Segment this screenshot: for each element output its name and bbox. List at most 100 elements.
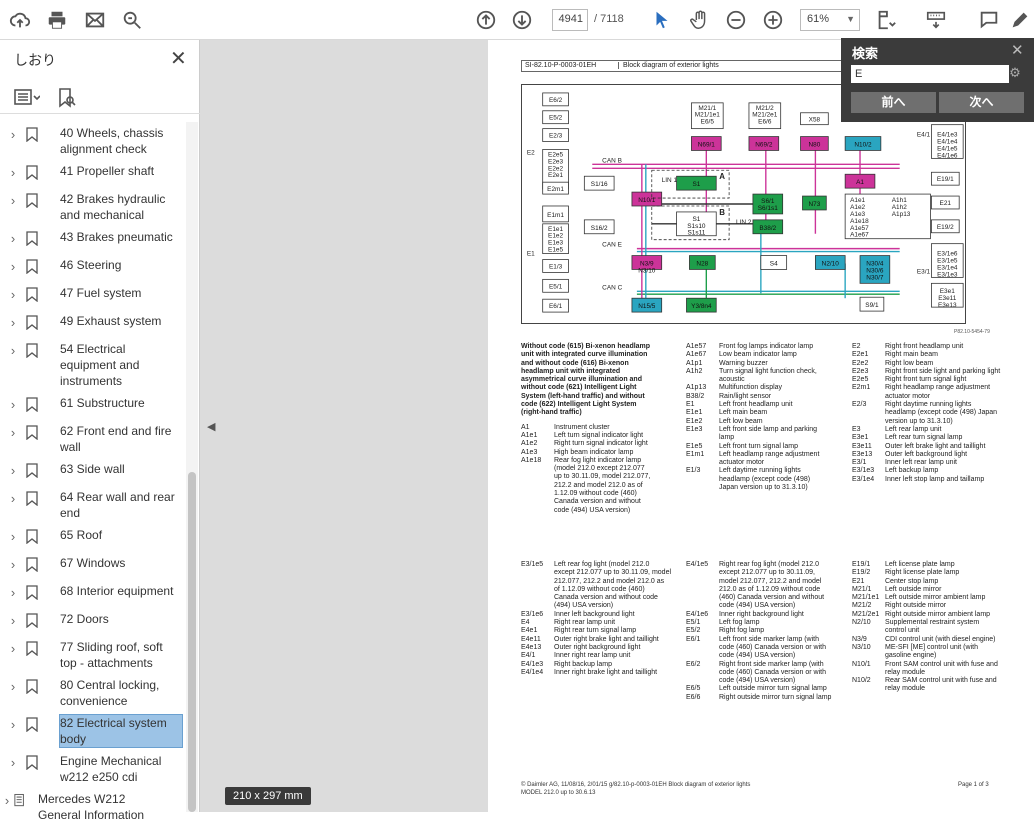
sidebar-scrollbar-thumb[interactable] (188, 472, 196, 812)
legend-code: E3/1e3 (852, 467, 875, 475)
sidebar-item[interactable]: › 42 Brakes hydraulic and mechanical (0, 188, 186, 226)
chevron-right-icon[interactable]: › (0, 489, 26, 506)
sidebar-item[interactable]: › Mercedes W212 General Information (0, 788, 186, 826)
list-options-icon[interactable] (14, 89, 41, 110)
select-cursor-icon[interactable] (650, 8, 674, 32)
pen-icon[interactable] (1008, 8, 1032, 32)
page-up-icon[interactable] (474, 8, 498, 32)
sidebar-item[interactable]: › 67 Windows (0, 552, 186, 580)
zoom-search-icon[interactable] (120, 8, 144, 32)
sidebar-item[interactable]: › 63 Side wall (0, 458, 186, 486)
label-x58: X58 (809, 117, 821, 124)
search-prev-button[interactable]: 前へ (851, 92, 936, 113)
sidebar-item[interactable]: › 65 Roof (0, 524, 186, 552)
collapse-sidebar-icon[interactable]: ◀ (207, 420, 215, 433)
chevron-right-icon[interactable]: › (0, 461, 26, 478)
print-icon[interactable] (45, 8, 69, 32)
sidebar-item-label: 63 Side wall (60, 462, 125, 476)
legend-text: Outer right brake light and taillight (554, 635, 659, 643)
sidebar-item-label: 43 Brakes pneumatic (60, 230, 173, 244)
legend-text: Left headlamp range adjustment actuator … (719, 450, 820, 467)
legend-entry: E19/2 Right license plate lamp (852, 569, 1002, 577)
search-input[interactable] (851, 65, 1009, 83)
legend-text: Right front side light and parking light (885, 367, 1001, 375)
label-e6-1: E6/1 (549, 303, 563, 310)
sidebar-item[interactable]: › 82 Electrical system body (0, 712, 186, 750)
zoom-out-icon[interactable] (724, 8, 748, 32)
legend-entry: E6/6 Right outside mirror turn signal lam… (686, 694, 832, 702)
label-s9-1: S9/1 (865, 302, 879, 309)
sidebar-item[interactable]: › Engine Mechanical w212 e250 cdi (0, 750, 186, 788)
sidebar-item[interactable]: › 62 Front end and fire wall (0, 420, 186, 458)
legend-code: E4e11 (521, 635, 541, 643)
chevron-right-icon[interactable]: › (0, 313, 26, 330)
fit-page-icon[interactable] (874, 8, 898, 32)
close-search-icon[interactable]: ✕ (1011, 41, 1024, 59)
sidebar-item-label: 61 Substructure (60, 396, 145, 410)
chevron-right-icon[interactable]: › (0, 639, 26, 656)
sidebar-item[interactable]: › 43 Brakes pneumatic (0, 226, 186, 254)
chevron-right-icon[interactable]: › (0, 715, 26, 732)
chevron-right-icon[interactable]: › (0, 257, 26, 274)
chevron-right-icon[interactable]: › (0, 229, 26, 246)
chevron-right-icon[interactable]: › (0, 423, 26, 440)
page-number-input[interactable]: 4941 (552, 9, 588, 31)
chevron-right-icon[interactable]: › (0, 341, 26, 358)
sidebar-item[interactable]: › 68 Interior equipment (0, 580, 186, 608)
bookmark-icon (26, 461, 44, 483)
comment-icon[interactable] (977, 8, 1001, 32)
sidebar-item-label: 40 Wheels, chassis alignment check (60, 126, 164, 156)
legend-text: High beam indicator lamp (554, 448, 634, 456)
cloud-upload-icon[interactable] (8, 8, 32, 32)
legend-text: Warning buzzer (719, 359, 768, 367)
legend-code: N10/2 (852, 677, 871, 685)
chevron-right-icon[interactable]: › (0, 677, 26, 694)
bookmark-icon (26, 489, 44, 511)
chevron-right-icon[interactable]: › (0, 753, 26, 770)
sidebar-item[interactable]: › 64 Rear wall and rear end (0, 486, 186, 524)
legend-entry: E4 Right rear lamp unit (521, 619, 671, 627)
mail-icon[interactable] (83, 8, 107, 32)
chevron-right-icon[interactable]: › (0, 395, 26, 412)
legend-text: Inner right background light (719, 610, 804, 618)
zoom-select[interactable]: 61% ▼ (800, 9, 860, 31)
sidebar-item[interactable]: › 80 Central locking, convenience (0, 674, 186, 712)
chevron-right-icon[interactable]: › (0, 163, 26, 180)
sidebar-item[interactable]: › 54 Electrical equipment and instruments (0, 338, 186, 392)
sidebar-item[interactable]: › 61 Substructure (0, 392, 186, 420)
page-down-icon[interactable] (510, 8, 534, 32)
legend-code: A1h2 (686, 367, 703, 375)
chevron-right-icon[interactable]: › (0, 527, 26, 544)
chevron-right-icon[interactable]: › (0, 583, 26, 600)
sidebar-item[interactable]: › 40 Wheels, chassis alignment check (0, 122, 186, 160)
legend-text: Right outside mirror (885, 602, 947, 610)
sidebar-item[interactable]: › 72 Doors (0, 608, 186, 636)
close-icon[interactable]: ✕ (170, 46, 187, 71)
legend-text: Right low beam (885, 359, 934, 367)
chevron-right-icon[interactable]: › (0, 191, 26, 208)
zoom-in-icon[interactable] (761, 8, 785, 32)
sidebar-item-label: 77 Sliding roof, soft top - attachments (60, 640, 163, 670)
gear-icon[interactable]: ⚙ (1006, 65, 1024, 83)
bookmark-search-icon[interactable] (58, 88, 76, 113)
sidebar-item[interactable]: › 49 Exhaust system (0, 310, 186, 338)
keyboard-icon[interactable] (924, 8, 948, 32)
chevron-right-icon[interactable]: › (0, 791, 14, 808)
sidebar-item-label: 68 Interior equipment (60, 584, 174, 598)
legend-entry: M21/2e1 Right outside mirror ambient lamp (852, 611, 1002, 619)
label-b38-2: B38/2 (759, 225, 776, 232)
hand-icon[interactable] (688, 8, 712, 32)
chevron-right-icon[interactable]: › (0, 555, 26, 572)
sidebar-item-label: 64 Rear wall and rear end (60, 490, 175, 520)
chevron-right-icon[interactable]: › (0, 285, 26, 302)
sidebar-item[interactable]: › 41 Propeller shaft (0, 160, 186, 188)
sidebar-item[interactable]: › 47 Fuel system (0, 282, 186, 310)
sidebar-item[interactable]: › 46 Steering (0, 254, 186, 282)
legend-entry: N2/10 Supplemental restraint system contr… (852, 619, 1002, 636)
chevron-right-icon[interactable]: › (0, 125, 26, 142)
bookmark-icon (26, 229, 44, 251)
chevron-right-icon[interactable]: › (0, 611, 26, 628)
sidebar-item[interactable]: › 77 Sliding roof, soft top - attachments (0, 636, 186, 674)
legend-code: E4/1e3 (521, 660, 544, 668)
search-next-button[interactable]: 次へ (939, 92, 1024, 113)
